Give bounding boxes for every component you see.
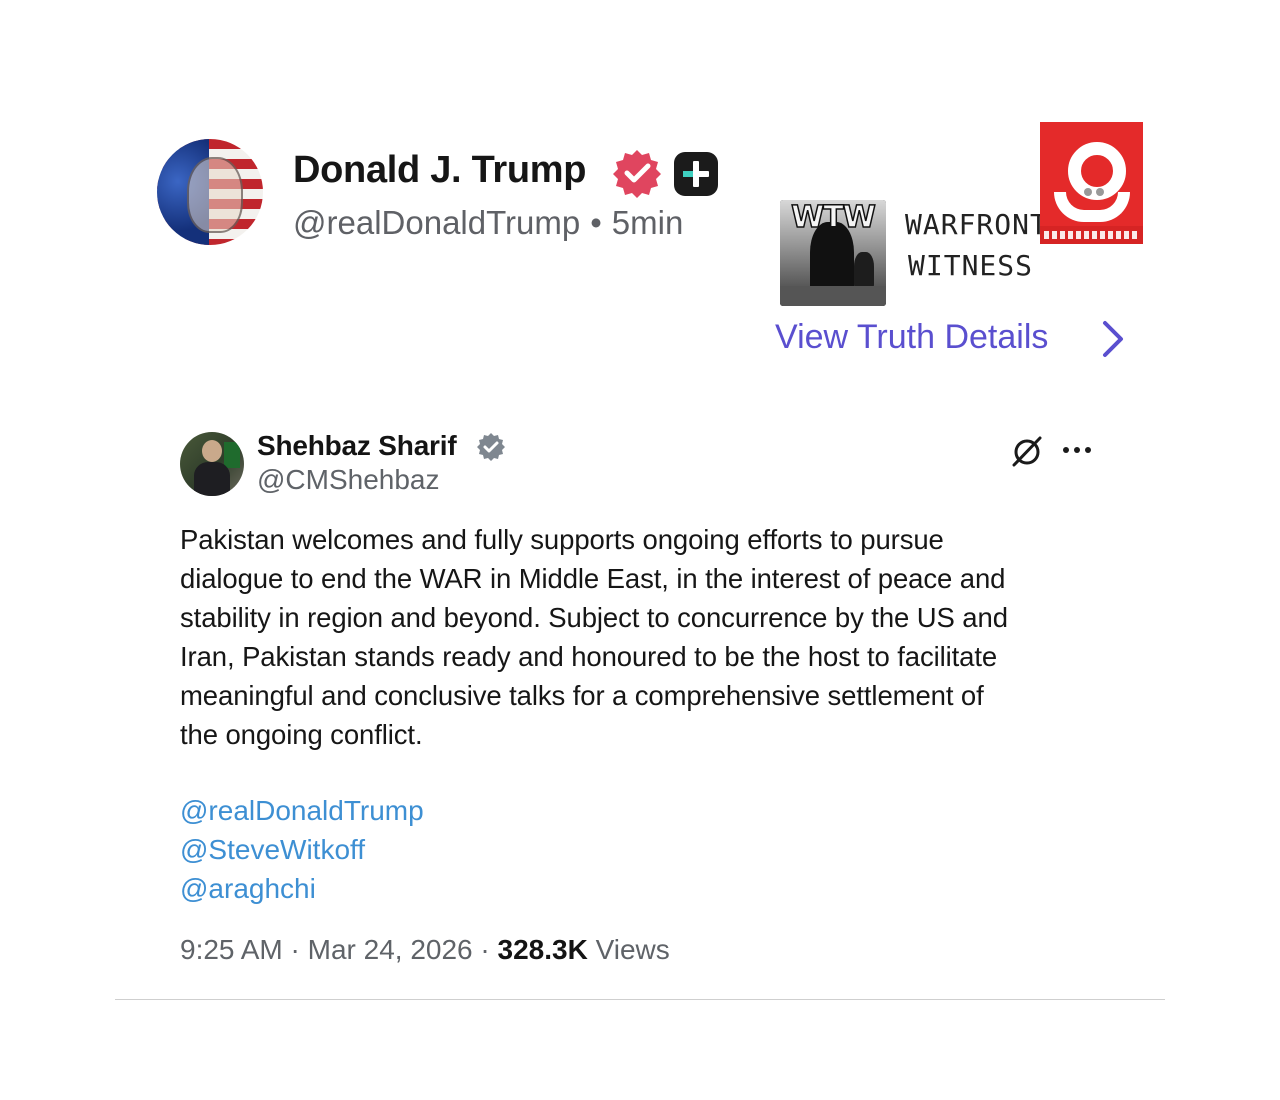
verified-badge-icon xyxy=(613,150,661,198)
watermark-logo xyxy=(1040,122,1143,244)
view-truth-details-link[interactable]: View Truth Details xyxy=(775,318,1048,357)
meta-separator: · xyxy=(480,934,490,965)
embedded-author-avatar[interactable] xyxy=(180,432,244,496)
chevron-right-icon[interactable] xyxy=(1098,318,1128,360)
mention-link-araghchi[interactable]: @araghchi xyxy=(180,873,316,905)
divider xyxy=(115,999,1165,1000)
post-time-ago: 5min xyxy=(611,204,684,241)
logo-text: WTW xyxy=(790,200,876,236)
embedded-author-name[interactable]: Shehbaz Sharif xyxy=(257,430,457,462)
post-body-line: stability in region and beyond. Subject … xyxy=(180,602,1008,633)
post-body-line: meaningful and conclusive talks for a co… xyxy=(180,680,984,711)
source-name-line-1: WARFRONT xyxy=(905,208,1048,241)
trump-avatar[interactable] xyxy=(157,139,263,245)
more-options-icon[interactable] xyxy=(1060,444,1094,456)
embedded-post-body: Pakistan welcomes and fully supports ong… xyxy=(180,520,1140,754)
mention-link-realdonaldtrump[interactable]: @realDonaldTrump xyxy=(180,795,424,827)
warfront-witness-logo: WTW xyxy=(780,200,886,306)
views-count: 328.3K xyxy=(497,934,588,965)
meta-separator: · xyxy=(290,934,300,965)
source-name-line-2: WITNESS xyxy=(908,249,1034,282)
author-handle-line: @realDonaldTrump • 5min xyxy=(293,204,683,242)
post-body-line: the ongoing conflict. xyxy=(180,719,423,750)
verified-badge-icon xyxy=(477,433,505,461)
post-body-line: dialogue to end the WAR in Middle East, … xyxy=(180,563,1006,594)
post-meta-line: 9:25 AM · Mar 24, 2026 · 328.3K Views xyxy=(180,934,670,966)
author-name[interactable]: Donald J. Trump xyxy=(293,149,587,192)
post-body-line: Iran, Pakistan stands ready and honoured… xyxy=(180,641,998,672)
views-label: Views xyxy=(595,934,670,965)
grok-icon[interactable] xyxy=(1010,434,1044,468)
post-body-line: Pakistan welcomes and fully supports ong… xyxy=(180,524,944,555)
mention-link-stevewitkoff[interactable]: @SteveWitkoff xyxy=(180,834,365,866)
post-date[interactable]: Mar 24, 2026 xyxy=(308,934,473,965)
author-handle[interactable]: @realDonaldTrump xyxy=(293,204,580,241)
separator-dot: • xyxy=(590,204,602,241)
post-time[interactable]: 9:25 AM xyxy=(180,934,283,965)
truth-plus-icon xyxy=(674,152,718,196)
embedded-author-handle[interactable]: @CMShehbaz xyxy=(257,464,440,496)
